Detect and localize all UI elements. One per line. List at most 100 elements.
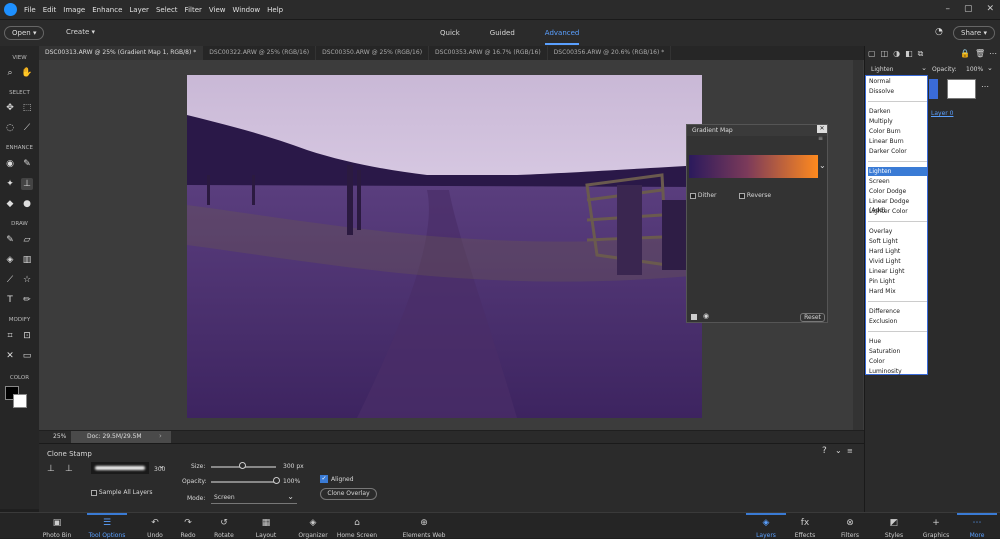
doc-tab[interactable]: DSC00350.ARW @ 25% (RGB/16) xyxy=(316,46,430,60)
new-layer-icon[interactable]: ▢ xyxy=(868,49,876,59)
marquee-tool-icon[interactable]: ⬚ xyxy=(21,102,33,114)
link-icon[interactable]: ⧉ xyxy=(918,49,924,59)
blend-mode-select[interactable]: Lighten ⌄ xyxy=(866,64,927,75)
gradient-bar[interactable] xyxy=(689,155,818,178)
sample-all-check-icon[interactable] xyxy=(91,489,97,496)
status-menu-icon[interactable]: › xyxy=(159,432,162,440)
sponge-tool-icon[interactable]: ◆ xyxy=(4,198,16,210)
panel-more-icon[interactable]: ⋯ xyxy=(989,49,997,58)
eraser-tool-icon[interactable]: ▱ xyxy=(21,234,33,246)
menu-edit[interactable]: Edit xyxy=(43,6,57,14)
size-value[interactable]: 300 px xyxy=(283,463,304,470)
blend-mode-option[interactable]: Linear Dodge (Add) xyxy=(868,197,927,214)
blend-mode-option[interactable]: Overlay xyxy=(868,227,927,236)
create-button[interactable]: Create ▾ xyxy=(66,28,95,36)
blend-mode-option[interactable]: Lighten xyxy=(868,167,927,176)
blend-mode-option[interactable]: Vivid Light xyxy=(868,257,927,266)
clone-stamp-tool-icon[interactable]: ⊥ xyxy=(21,178,33,190)
zoom-tool-icon[interactable]: ⌕ xyxy=(4,67,16,79)
zoom-level[interactable]: 25% xyxy=(53,433,66,440)
tab-quick[interactable]: Quick xyxy=(440,29,460,45)
menu-layer[interactable]: Layer xyxy=(129,6,149,14)
blend-mode-option[interactable]: Darker Color xyxy=(868,147,927,156)
eye-tool-icon[interactable]: ◉ xyxy=(4,158,16,170)
blend-mode-option[interactable]: Exclusion xyxy=(868,317,927,326)
trash-icon[interactable]: 🗑 xyxy=(975,49,985,58)
lasso-tool-icon[interactable]: ◌ xyxy=(4,122,16,134)
clone-stamp-icon[interactable]: ⊥ xyxy=(47,464,55,474)
brush-tool-icon[interactable]: ✎ xyxy=(4,234,16,246)
open-button[interactable]: Open ▾ xyxy=(4,26,45,40)
blend-mode-option[interactable]: Darken xyxy=(868,107,927,116)
chevron-down-icon[interactable]: ⌄ xyxy=(987,64,993,72)
more-options-icon[interactable]: ≡ xyxy=(847,447,853,455)
menu-filter[interactable]: Filter xyxy=(185,6,202,14)
bottom-item-tool-options[interactable]: ☰ Tool Options xyxy=(82,513,132,539)
dither-check-icon[interactable] xyxy=(690,192,696,199)
content-aware-move-icon[interactable]: ✕ xyxy=(4,350,16,362)
blend-mode-option[interactable]: Hue xyxy=(868,337,927,346)
panel-menu-icon[interactable]: ≡ xyxy=(818,135,823,142)
menu-enhance[interactable]: Enhance xyxy=(92,6,122,14)
adjustment-layer-icon[interactable]: ◑ xyxy=(893,49,900,59)
doc-tab[interactable]: DSC00322.ARW @ 25% (RGB/16) xyxy=(203,46,317,60)
opacity-slider[interactable] xyxy=(211,481,276,483)
bottom-item-layout[interactable]: ▦ Layout xyxy=(241,513,291,539)
brush-preview[interactable] xyxy=(91,462,149,474)
clip-layer-icon[interactable] xyxy=(691,314,697,320)
close-icon[interactable]: ✕ xyxy=(986,4,994,14)
reverse-check-icon[interactable] xyxy=(739,192,745,199)
close-icon[interactable]: ✕ xyxy=(817,125,827,133)
menu-image[interactable]: Image xyxy=(63,6,85,14)
layer-mask-thumbnail[interactable] xyxy=(947,79,976,99)
background-color-swatch[interactable] xyxy=(13,394,27,408)
size-slider-knob[interactable] xyxy=(238,462,246,469)
blend-mode-option[interactable]: Multiply xyxy=(868,117,927,126)
blend-mode-option[interactable]: Saturation xyxy=(868,347,927,356)
bottom-item-elements-web[interactable]: ⊕ Elements Web xyxy=(399,513,449,539)
gradient-tool-icon[interactable]: ▥ xyxy=(21,254,33,266)
blend-mode-option[interactable]: Pin Light xyxy=(868,277,927,286)
recompose-tool-icon[interactable]: ⊡ xyxy=(21,330,33,342)
spot-healing-tool-icon[interactable]: ✎ xyxy=(21,158,33,170)
new-group-icon[interactable]: ◫ xyxy=(881,49,889,59)
blend-mode-option[interactable]: Color Dodge xyxy=(868,187,927,196)
bottom-item-more[interactable]: ⋯ More xyxy=(952,513,1000,539)
mask-icon[interactable]: ◧ xyxy=(905,49,913,59)
tab-guided[interactable]: Guided xyxy=(490,29,515,45)
blend-mode-option[interactable]: Linear Burn xyxy=(868,137,927,146)
chevron-down-icon[interactable]: ⌄ xyxy=(158,461,165,470)
menu-file[interactable]: File xyxy=(24,6,36,14)
blend-mode-option[interactable]: Soft Light xyxy=(868,237,927,246)
pencil-tool-icon[interactable]: ✏ xyxy=(21,294,33,306)
blend-mode-option[interactable]: Screen xyxy=(868,177,927,186)
bottom-item-organizer[interactable]: ◈ Organizer xyxy=(288,513,338,539)
lightbulb-icon[interactable]: ◔ xyxy=(935,27,943,37)
menu-view[interactable]: View xyxy=(209,6,226,14)
doc-tab[interactable]: DSC00353.ARW @ 16.7% (RGB/16) xyxy=(429,46,548,60)
bottom-item-photo-bin[interactable]: ▣ Photo Bin xyxy=(32,513,82,539)
menu-help[interactable]: Help xyxy=(267,6,283,14)
aligned-check-icon[interactable]: ✓ xyxy=(320,475,328,483)
clone-overlay-button[interactable]: Clone Overlay xyxy=(320,488,377,500)
blend-mode-option[interactable]: Hard Light xyxy=(868,247,927,256)
chevron-down-icon[interactable]: ⌄ xyxy=(835,446,842,455)
blend-mode-option[interactable]: Dissolve xyxy=(868,87,927,96)
crop-tool-icon[interactable]: ⌗ xyxy=(4,330,16,342)
pattern-stamp-icon[interactable]: ⊥ xyxy=(65,464,73,474)
blend-mode-option[interactable]: Luminosity xyxy=(868,367,927,376)
opacity-value[interactable]: 100% xyxy=(283,478,300,485)
dither-checkbox[interactable]: Dither xyxy=(690,192,717,199)
visibility-icon[interactable]: ◉ xyxy=(703,312,709,320)
menu-window[interactable]: Window xyxy=(233,6,261,14)
move-tool-icon[interactable]: ✥ xyxy=(4,102,16,114)
bottom-item-home-screen[interactable]: ⌂ Home Screen xyxy=(332,513,382,539)
mode-select[interactable]: Screen ⌄ xyxy=(211,492,297,504)
chevron-down-icon[interactable]: ⌄ xyxy=(819,161,826,170)
layer-more-icon[interactable]: ⋯ xyxy=(981,82,989,91)
blend-mode-option[interactable]: Normal xyxy=(868,77,927,86)
doc-tab[interactable]: DSC00313.ARW @ 25% (Gradient Map 1, RGB/… xyxy=(39,46,204,60)
opacity-slider-knob[interactable] xyxy=(272,477,280,484)
bottom-item-effects[interactable]: fx Effects xyxy=(780,513,830,539)
hand-tool-icon[interactable]: ✋ xyxy=(21,67,33,79)
